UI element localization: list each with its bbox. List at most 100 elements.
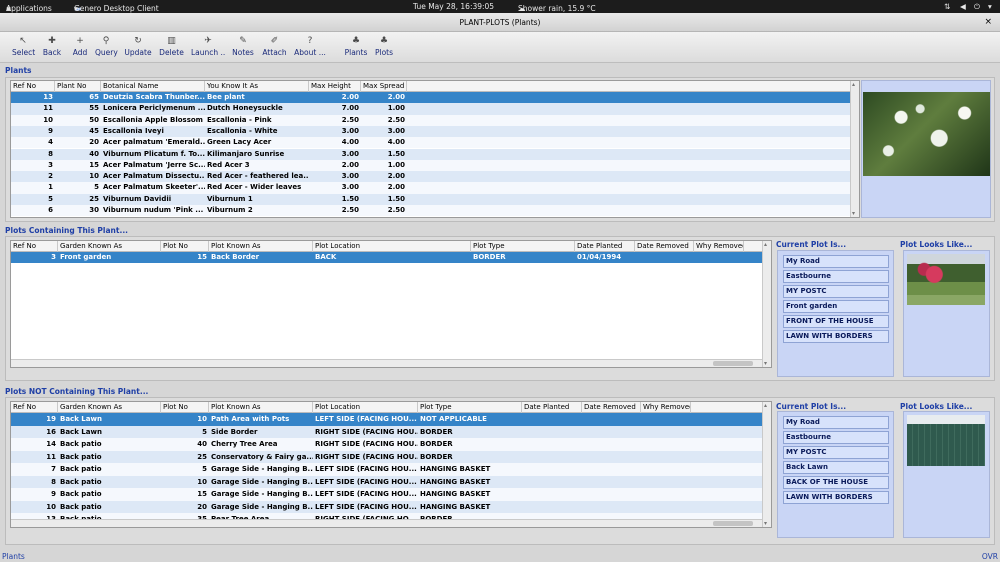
plants-table[interactable]: Ref No Plant No Botanical Name You Know It …: [10, 80, 860, 218]
query-button[interactable]: ⚲ Query: [95, 35, 118, 61]
column-header[interactable]: Ref No: [11, 81, 55, 92]
current-plot-field[interactable]: MY POSTC: [783, 285, 889, 298]
launch-button[interactable]: ✈ Launch ..: [191, 35, 225, 61]
table-cell: Back Lawn: [60, 427, 102, 436]
column-header[interactable]: Date Removed: [582, 402, 641, 413]
add-button[interactable]: + Add: [72, 35, 88, 61]
table-row[interactable]: 16 Back Lawn 5 Side Border RIGHT SIDE (FACIN…: [11, 425, 763, 438]
current-plot-field[interactable]: LAWN WITH BORDERS: [783, 330, 889, 343]
current-plot-field[interactable]: Eastbourne: [783, 270, 889, 283]
table-row[interactable]: 5 25 Viburnum Davidii Viburnum 1 1.50 1.50: [11, 193, 851, 205]
table-cell: Front garden: [60, 253, 112, 261]
column-header[interactable]: Why Removed: [694, 241, 744, 252]
table-row[interactable]: 1 5 Acer Palmatum Skeeter'... Red Acer - Wi…: [11, 182, 851, 194]
horizontal-scrollbar[interactable]: [11, 519, 762, 527]
horizontal-scroll-thumb[interactable]: [713, 521, 753, 526]
scroll-up-icon[interactable]: ▴: [852, 81, 855, 88]
close-icon[interactable]: ×: [984, 13, 992, 32]
table-row[interactable]: 11 55 Lonicera Periclymenum ... Dutch Honey…: [11, 103, 851, 115]
current-plot-field[interactable]: LAWN WITH BORDERS: [783, 491, 889, 504]
table-cell: 2.00: [341, 93, 359, 101]
table-row[interactable]: 9 45 Escallonia Iveyi Escallonia - White 3.0…: [11, 125, 851, 138]
column-header[interactable]: Max Spread: [361, 81, 407, 92]
table-row[interactable]: 4 20 Acer palmatum 'Emerald... Green Lacy A…: [11, 137, 851, 149]
table-row[interactable]: 19 Back Lawn 10 Path Area with Pots LEFT SID…: [11, 413, 763, 426]
plots-not-containing-table[interactable]: Ref No Garden Known As Plot No Plot Known A…: [10, 401, 772, 528]
vertical-scrollbar[interactable]: ▴ ▾: [850, 81, 859, 217]
column-header[interactable]: Why Removed: [641, 402, 691, 413]
volume-icon[interactable]: ◀: [960, 2, 966, 11]
table-cell: Escallonia - White: [207, 126, 278, 135]
column-header[interactable]: Plot Known As: [209, 241, 313, 252]
horizontal-scroll-thumb[interactable]: [713, 361, 753, 366]
column-header[interactable]: You Know It As: [205, 81, 309, 92]
current-plot-field[interactable]: FRONT OF THE HOUSE: [783, 315, 889, 328]
table-cell: Acer palmatum 'Emerald...: [103, 138, 205, 147]
current-plot-field[interactable]: My Road: [783, 416, 889, 429]
attach-button[interactable]: ✐ Attach: [262, 35, 287, 61]
plots-containing-table[interactable]: Ref No Garden Known As Plot No Plot Known A…: [10, 240, 772, 368]
scroll-down-icon[interactable]: ▾: [852, 210, 855, 217]
table-row[interactable]: 3 15 Acer Palmatum 'Jerre Sc... Red Acer 3 2…: [11, 159, 851, 172]
current-plot-field[interactable]: My Road: [783, 255, 889, 268]
scroll-up-icon[interactable]: ▴: [764, 402, 767, 409]
notes-button[interactable]: ✎ Notes: [232, 35, 254, 61]
update-button[interactable]: ↻ Update: [124, 35, 152, 61]
column-header[interactable]: Max Height: [309, 81, 361, 92]
table-row[interactable]: 8 Back patio 10 Garage Side - Hanging B... L…: [11, 475, 763, 489]
table-row[interactable]: 2 10 Acer Palmatum Dissectu... Red Acer - f…: [11, 171, 851, 183]
column-header[interactable]: Plot Known As: [209, 402, 313, 413]
column-header[interactable]: Date Planted: [522, 402, 582, 413]
table-row[interactable]: 6 30 Viburnum nudum 'Pink ... Viburnum 2 2.5…: [11, 205, 851, 217]
column-header[interactable]: Garden Known As: [58, 402, 161, 413]
column-header[interactable]: Botanical Name: [101, 81, 205, 92]
delete-button[interactable]: ▥ Delete: [159, 35, 184, 61]
scroll-down-icon[interactable]: ▾: [764, 360, 767, 367]
column-header[interactable]: Garden Known As: [58, 241, 161, 252]
table-row[interactable]: 7 Back patio 5 Garage Side - Hanging B... LE…: [11, 463, 763, 476]
column-header[interactable]: Ref No: [11, 402, 58, 413]
column-header[interactable]: Date Removed: [635, 241, 694, 252]
vertical-scrollbar[interactable]: ▴ ▾: [762, 402, 771, 527]
about-button[interactable]: ? About ...: [293, 35, 327, 61]
table-cell: Back patio: [60, 477, 102, 486]
plots-button[interactable]: ♣ Plots: [374, 35, 394, 61]
current-plot-field[interactable]: MY POSTC: [783, 446, 889, 459]
column-header[interactable]: Plot Location: [313, 402, 418, 413]
column-header[interactable]: Plot Type: [471, 241, 575, 252]
table-cell: 3.00: [341, 172, 359, 181]
horizontal-scrollbar[interactable]: [11, 359, 762, 367]
vertical-scrollbar[interactable]: ▴ ▾: [762, 241, 771, 367]
column-header[interactable]: Ref No: [11, 241, 58, 252]
current-plot-field[interactable]: Eastbourne: [783, 431, 889, 444]
plot-looks-like-panel: [903, 250, 990, 377]
plants-button[interactable]: ♣ Plants: [344, 35, 368, 61]
table-row[interactable]: 10 Back patio 20 Garage Side - Hanging B...…: [11, 500, 763, 513]
current-plot-field[interactable]: BACK OF THE HOUSE: [783, 476, 889, 489]
column-header[interactable]: Plant No: [55, 81, 101, 92]
power-icon[interactable]: ⏻: [974, 2, 980, 12]
table-row[interactable]: 9 Back patio 15 Garage Side - Hanging B... L…: [11, 488, 763, 501]
current-plot-field[interactable]: Front garden: [783, 300, 889, 313]
column-header[interactable]: Plot No: [161, 402, 209, 413]
current-plot-field[interactable]: Back Lawn: [783, 461, 889, 474]
table-header: Ref No Garden Known As Plot No Plot Known A…: [11, 241, 763, 252]
table-cell: [522, 476, 582, 489]
column-header[interactable]: Plot No: [161, 241, 209, 252]
table-row[interactable]: 13 65 Deutzia Scabra Thunber... Bee plant 2.…: [11, 92, 851, 104]
scroll-down-icon[interactable]: ▾: [764, 520, 767, 527]
table-row[interactable]: 8 40 Viburnum Plicatum f. To... Kilimanjaro…: [11, 148, 851, 160]
table-row[interactable]: 11 Back patio 25 Conservatory & Fairy ga...…: [11, 450, 763, 463]
scroll-up-icon[interactable]: ▴: [764, 241, 767, 248]
column-header[interactable]: Plot Type: [418, 402, 522, 413]
select-button[interactable]: ↖ Select: [12, 35, 35, 61]
table-row[interactable]: 14 Back patio 40 Cherry Tree Area RIGHT SIDE…: [11, 438, 763, 451]
column-header[interactable]: Date Planted: [575, 241, 635, 252]
network-icon[interactable]: ⇅: [944, 2, 950, 11]
column-header[interactable]: Plot Location: [313, 241, 471, 252]
chevron-down-icon[interactable]: ▾: [988, 2, 992, 11]
table-row[interactable]: 10 50 Escallonia Apple Blossom Escallonia -…: [11, 114, 851, 126]
table-row[interactable]: 3 Front garden 15 Back Border BACK BORDER 01/0…: [11, 252, 763, 264]
clock[interactable]: Tue May 28, 16:39:05: [413, 2, 494, 11]
back-button[interactable]: ✚ Back: [41, 35, 63, 61]
